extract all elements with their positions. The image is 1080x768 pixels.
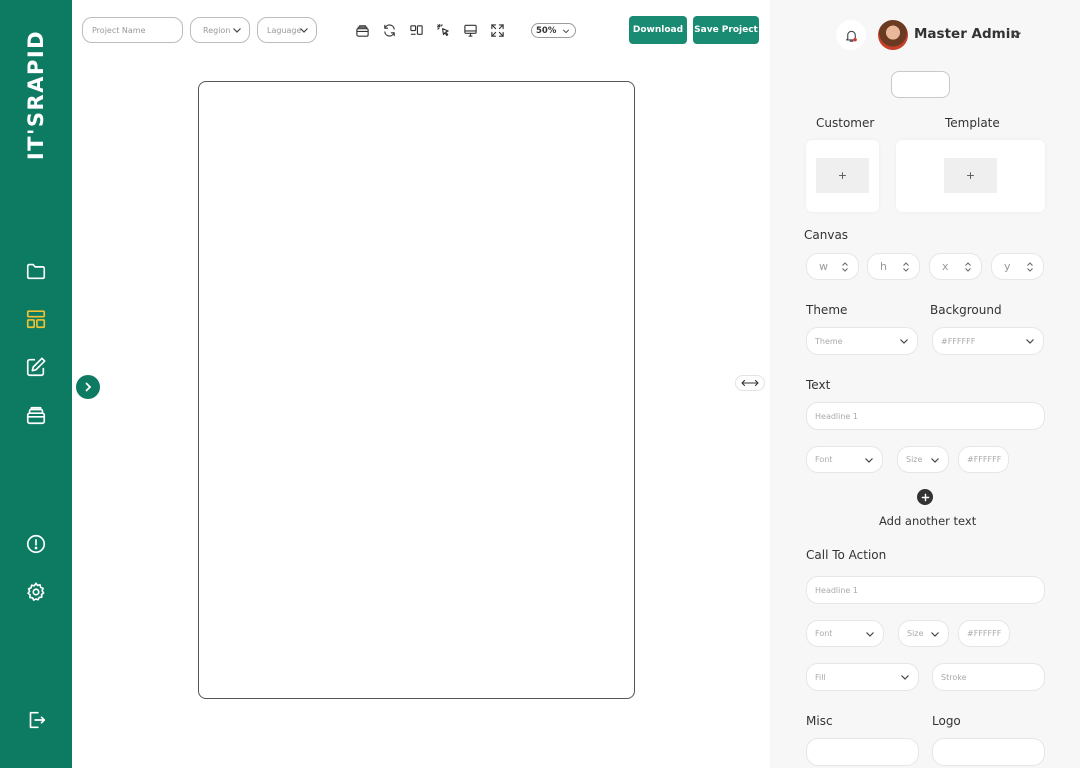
template-label: Template	[945, 116, 1000, 130]
monitor-icon[interactable]	[462, 22, 478, 38]
edit-icon[interactable]	[24, 355, 48, 379]
notification-bell[interactable]	[836, 20, 866, 50]
background-value: #FFFFFF	[941, 336, 976, 346]
width-label: w	[819, 260, 828, 273]
customer-label: Customer	[816, 116, 875, 130]
cta-size-select[interactable]: Size	[898, 620, 949, 647]
expand-panel-button[interactable]	[76, 375, 100, 399]
sidebar: IT'SRAPID	[0, 0, 72, 768]
customer-upload-button[interactable]: +	[816, 158, 869, 193]
y-label: y	[1004, 260, 1011, 273]
chevron-down-icon	[300, 28, 308, 33]
text-size-select[interactable]: Size	[897, 446, 949, 473]
chevron-down-icon	[901, 675, 909, 680]
layout-icon[interactable]	[24, 307, 48, 331]
plus-icon	[921, 493, 929, 501]
cta-font-select[interactable]: Font	[806, 620, 884, 647]
avatar[interactable]	[878, 20, 908, 50]
user-name[interactable]: Master Admin	[914, 26, 1020, 42]
horizontal-resize-icon	[741, 379, 759, 387]
stepper-icon[interactable]	[841, 261, 849, 273]
folder-icon[interactable]	[24, 259, 48, 283]
template-upload-card: +	[896, 140, 1045, 212]
project-name-input[interactable]: Project Name	[82, 17, 183, 43]
height-label: h	[880, 260, 887, 273]
canvas-height-field[interactable]: h	[867, 253, 920, 280]
info-icon[interactable]	[24, 532, 48, 556]
misc-label: Misc	[806, 714, 833, 728]
template-upload-button[interactable]: +	[944, 158, 997, 193]
canvas-label: Canvas	[804, 228, 849, 242]
align-icon[interactable]	[408, 22, 424, 38]
add-another-text-link[interactable]: Add another text	[879, 514, 976, 528]
chevron-down-icon	[233, 28, 241, 33]
panel-resize-handle[interactable]	[735, 375, 765, 391]
misc-input[interactable]	[806, 738, 919, 766]
size-placeholder: Size	[907, 629, 924, 638]
text-label: Text	[806, 378, 831, 392]
properties-panel: Master Admin Customer Template + + Canva…	[770, 0, 1080, 768]
canvas-width-field[interactable]: w	[806, 253, 859, 280]
add-text-button[interactable]	[917, 489, 933, 505]
cta-stroke-input[interactable]: Stroke	[932, 663, 1045, 691]
stepper-icon[interactable]	[902, 261, 910, 273]
logout-icon[interactable]	[24, 708, 48, 732]
cta-headline-input[interactable]: Headline 1	[806, 576, 1045, 604]
chevron-down-icon	[865, 457, 873, 463]
canvas-y-field[interactable]: y	[991, 253, 1044, 280]
background-select[interactable]: #FFFFFF	[932, 327, 1044, 355]
chevron-down-icon[interactable]	[1010, 29, 1022, 41]
font-placeholder: Font	[815, 455, 833, 464]
size-placeholder: Size	[906, 455, 923, 464]
chevron-down-icon	[1026, 339, 1034, 344]
layers-tool-icon[interactable]	[354, 22, 370, 38]
background-label: Background	[930, 303, 1002, 317]
refresh-icon[interactable]	[381, 22, 397, 38]
text-headline-input[interactable]: Headline 1	[806, 402, 1045, 430]
stepper-icon[interactable]	[964, 261, 972, 273]
zoom-select[interactable]: 50%	[531, 23, 576, 38]
language-select[interactable]: Laguage	[257, 17, 317, 43]
chevron-down-icon	[931, 631, 939, 637]
cta-label: Call To Action	[806, 548, 887, 562]
region-select[interactable]: Region	[190, 17, 250, 43]
download-button[interactable]: Download	[629, 16, 687, 44]
pointer-icon[interactable]	[435, 22, 451, 38]
settings-icon[interactable]	[24, 580, 48, 604]
save-project-button[interactable]: Save Project	[693, 16, 759, 44]
cta-fill-select[interactable]: Fill	[806, 663, 919, 691]
text-font-select[interactable]: Font	[806, 446, 883, 473]
zoom-value: 50%	[536, 25, 557, 36]
chevron-down-icon	[866, 631, 874, 637]
theme-placeholder: Theme	[815, 336, 843, 346]
fullscreen-icon[interactable]	[489, 22, 505, 38]
language-label: Laguage	[267, 25, 302, 35]
canvas-x-field[interactable]: x	[929, 253, 982, 280]
logo-input[interactable]	[932, 738, 1045, 766]
theme-label: Theme	[806, 303, 848, 317]
toolbar: Project Name Region Laguage 50% Download…	[72, 0, 770, 60]
bell-icon	[845, 30, 857, 42]
text-color-input[interactable]: #FFFFFF	[958, 446, 1009, 473]
stepper-icon[interactable]	[1026, 261, 1034, 273]
brand-logo: IT'SRAPID	[24, 29, 48, 161]
x-label: x	[942, 260, 949, 273]
layers-icon[interactable]	[24, 403, 48, 427]
chevron-right-icon	[85, 382, 92, 392]
fill-placeholder: Fill	[815, 672, 826, 682]
region-label: Region	[203, 25, 231, 35]
small-input-box[interactable]	[891, 71, 950, 98]
cta-color-input[interactable]: #FFFFFF	[958, 620, 1010, 647]
chevron-down-icon	[931, 457, 939, 463]
chevron-down-icon	[562, 29, 570, 34]
design-canvas[interactable]	[198, 81, 635, 699]
customer-upload-card: +	[806, 140, 879, 212]
font-placeholder: Font	[815, 629, 833, 638]
theme-select[interactable]: Theme	[806, 327, 918, 355]
logo-label: Logo	[932, 714, 961, 728]
chevron-down-icon	[900, 339, 908, 344]
